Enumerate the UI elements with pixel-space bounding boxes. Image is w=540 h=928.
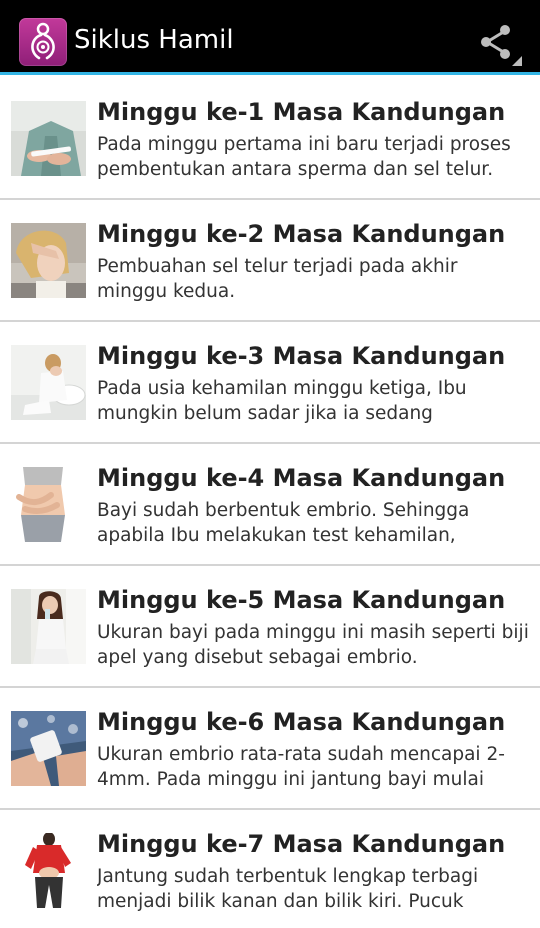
share-button[interactable] bbox=[472, 16, 524, 68]
item-title: Minggu ke-5 Masa Kandungan bbox=[97, 586, 506, 614]
item-title: Minggu ke-2 Masa Kandungan bbox=[97, 220, 506, 248]
thumbnail-mug-hands bbox=[11, 711, 86, 786]
list-item-week-7[interactable]: Minggu ke-7 Masa Kandungan Jantung sudah… bbox=[0, 810, 540, 928]
list-item-week-4[interactable]: Minggu ke-4 Masa Kandungan Bayi sudah be… bbox=[0, 444, 540, 566]
list-item-week-6[interactable]: Minggu ke-6 Masa Kandungan Ukuran embrio… bbox=[0, 688, 540, 810]
list-item-week-2[interactable]: Minggu ke-2 Masa Kandungan Pembuahan sel… bbox=[0, 200, 540, 322]
item-title: Minggu ke-7 Masa Kandungan bbox=[97, 830, 506, 858]
list-item-week-1[interactable]: Minggu ke-1 Masa Kandungan Pada minggu p… bbox=[0, 78, 540, 200]
action-bar: Siklus Hamil bbox=[0, 0, 540, 75]
app-title: Siklus Hamil bbox=[74, 25, 234, 55]
item-title: Minggu ke-4 Masa Kandungan bbox=[97, 464, 506, 492]
week-list[interactable]: Minggu ke-1 Masa Kandungan Pada minggu p… bbox=[0, 78, 540, 928]
thumbnail-woman-drinking bbox=[11, 589, 86, 664]
item-title: Minggu ke-3 Masa Kandungan bbox=[97, 342, 506, 370]
item-description: Ukuran bayi pada minggu ini masih sepert… bbox=[97, 622, 529, 668]
thumbnail-woman-bathroom bbox=[11, 345, 86, 420]
thumbnail-belly-hands bbox=[11, 467, 86, 542]
item-description: Pada minggu pertama ini baru terjadi pro… bbox=[97, 134, 511, 180]
list-item-week-5[interactable]: Minggu ke-5 Masa Kandungan Ukuran bayi p… bbox=[0, 566, 540, 688]
item-description: Bayi sudah berbentuk embrio. Sehingga ap… bbox=[97, 500, 470, 546]
thumbnail-pregnancy-test bbox=[11, 101, 86, 176]
share-icon bbox=[481, 25, 522, 66]
thumbnail-woman-red-top bbox=[11, 833, 86, 908]
item-description: Ukuran embrio rata-rata sudah mencapai 2… bbox=[97, 744, 505, 790]
item-description: Pembuahan sel telur terjadi pada akhir m… bbox=[97, 256, 458, 302]
item-description: Pada usia kehamilan minggu ketiga, Ibu m… bbox=[97, 378, 467, 424]
thumbnail-tired-woman bbox=[11, 223, 86, 298]
list-item-week-3[interactable]: Minggu ke-3 Masa Kandungan Pada usia keh… bbox=[0, 322, 540, 444]
item-description: Jantung sudah terbentuk lengkap terbagi … bbox=[97, 866, 479, 912]
item-title: Minggu ke-6 Masa Kandungan bbox=[97, 708, 506, 736]
pregnant-woman-icon[interactable] bbox=[19, 18, 67, 66]
item-title: Minggu ke-1 Masa Kandungan bbox=[97, 98, 506, 126]
